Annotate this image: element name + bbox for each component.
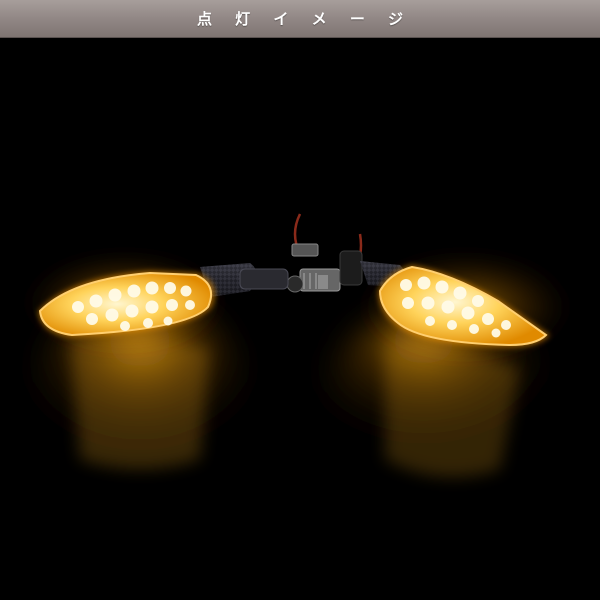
photo-illustration [0,39,600,600]
header-title: 点 灯 イ メ ー ジ [196,10,413,28]
product-photo [0,39,600,600]
page: 点 灯 イ メ ー ジ [0,0,600,600]
header-bar: 点 灯 イ メ ー ジ [0,0,600,38]
